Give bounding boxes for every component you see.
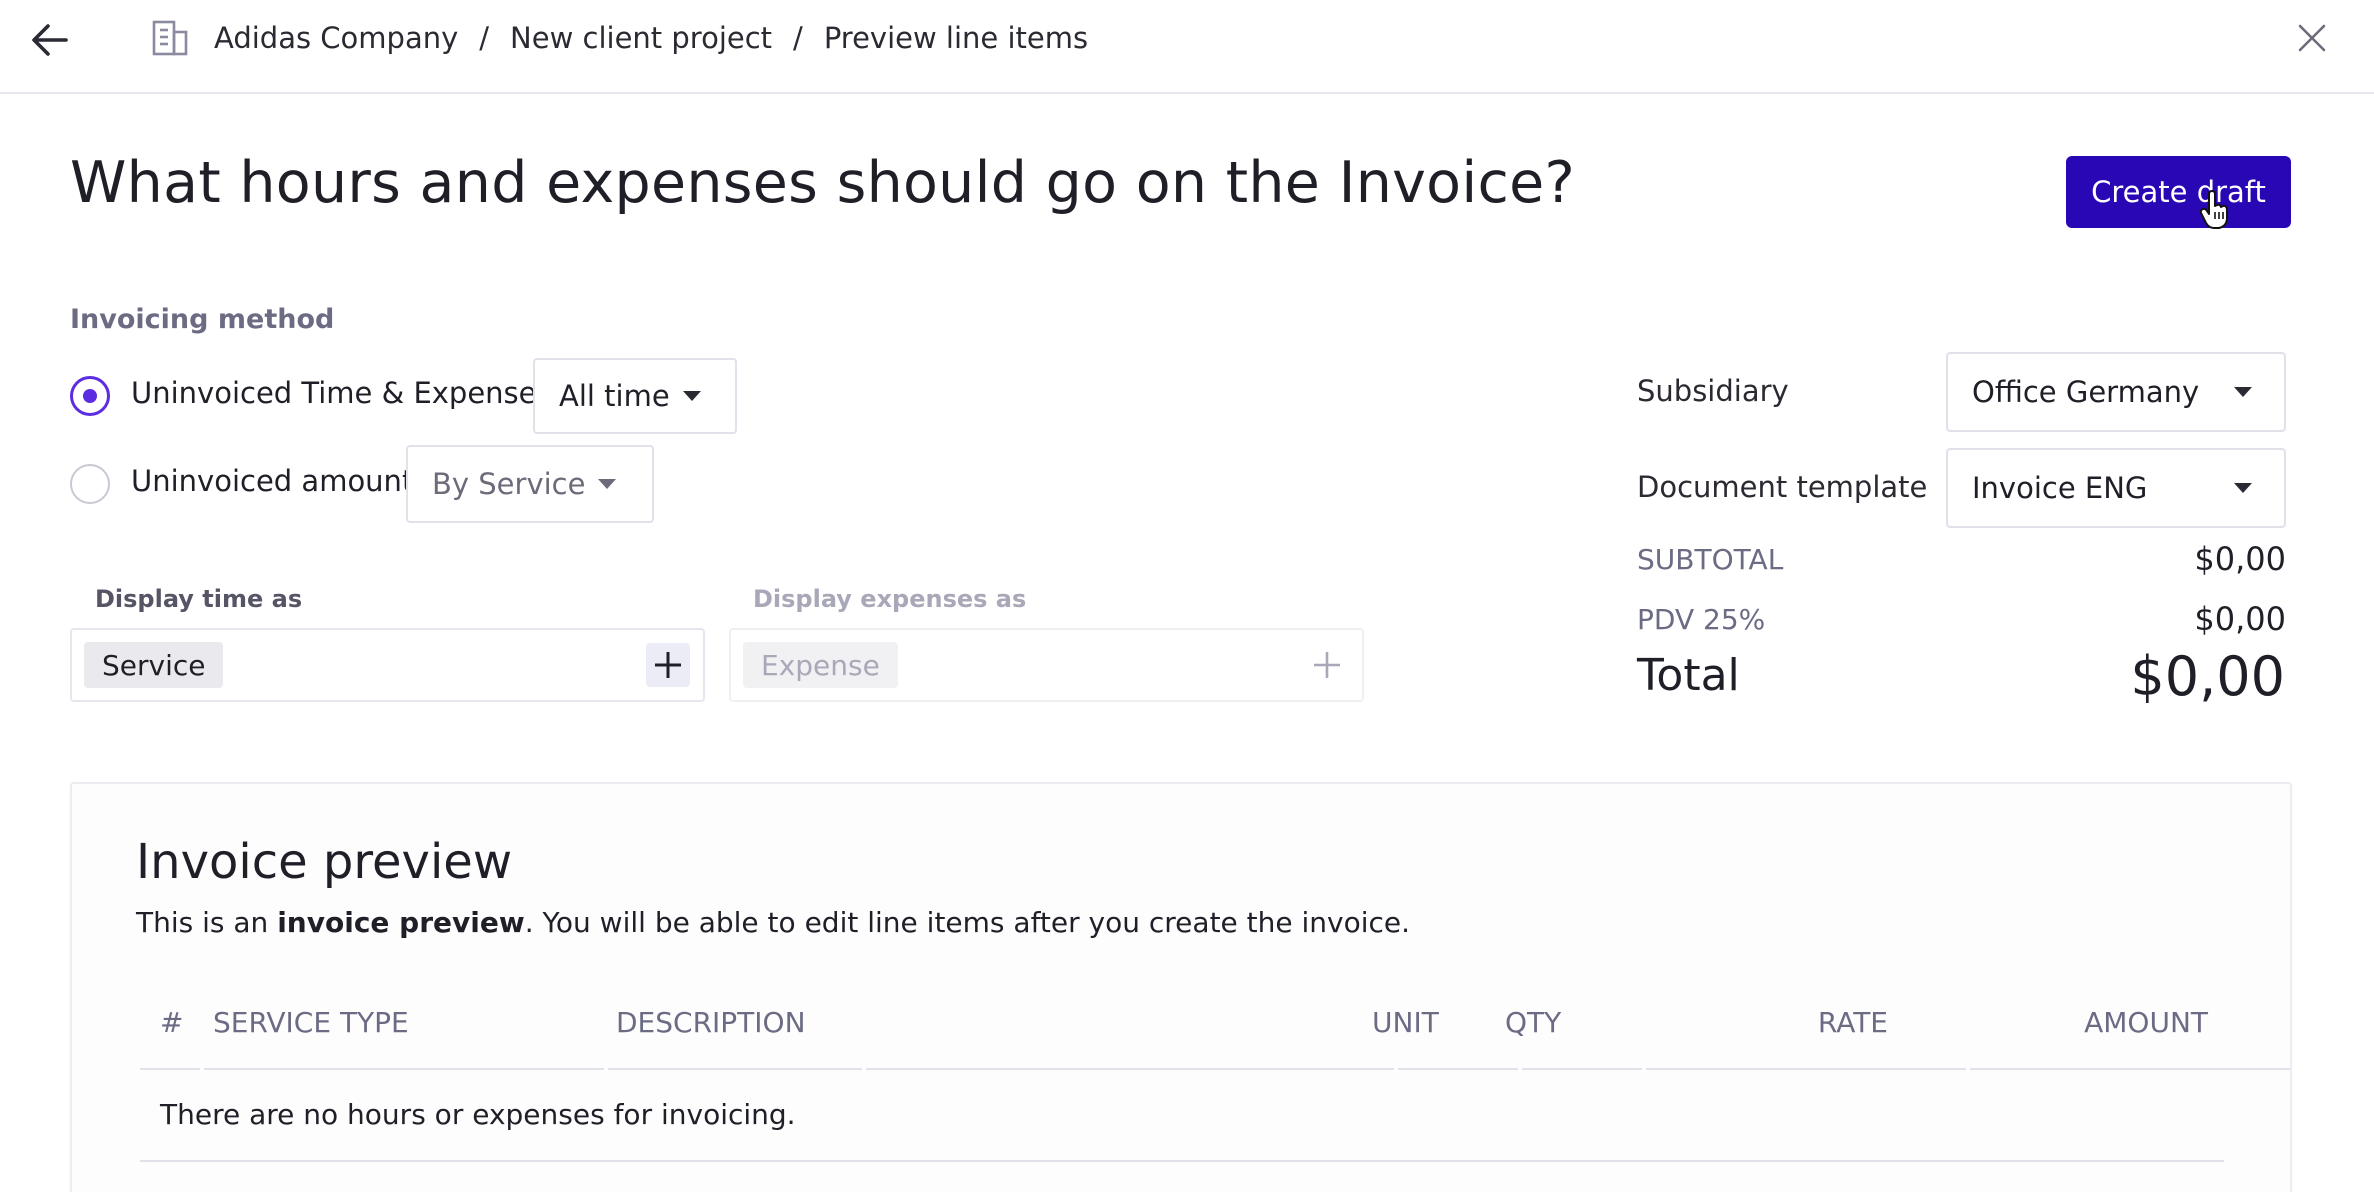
create-draft-button[interactable]: Create draft: [2066, 156, 2291, 228]
display-expenses-field: Expense: [729, 628, 1364, 702]
arrow-left-icon: [32, 24, 68, 56]
subsidiary-label: Subsidiary: [1637, 374, 1789, 408]
close-button[interactable]: [2290, 16, 2334, 60]
period-select[interactable]: All time: [533, 358, 737, 434]
header-divider: [866, 1068, 1394, 1070]
add-time-display-button[interactable]: [646, 643, 690, 687]
header-divider: [140, 1068, 200, 1070]
empty-table-message: There are no hours or expenses for invoi…: [160, 1098, 796, 1131]
preview-desc-suffix: . You will be able to edit line items af…: [524, 906, 1411, 939]
subtotal-label: SUBTOTAL: [1637, 543, 1784, 576]
invoice-preview-card: Invoice preview This is an invoice previ…: [70, 782, 2292, 1192]
subsidiary-select[interactable]: Office Germany: [1946, 352, 2286, 432]
breadcrumb-current: Preview line items: [823, 21, 1089, 55]
subtotal-value: $0,00: [2194, 540, 2286, 578]
column-header-rate: RATE: [1817, 1006, 1888, 1039]
column-header-amount: AMOUNT: [2084, 1006, 2208, 1039]
display-time-label: Display time as: [95, 585, 303, 613]
header-divider: [1970, 1068, 2290, 1070]
document-template-select-value: Invoice ENG: [1972, 471, 2148, 505]
total-label: Total: [1637, 650, 1740, 701]
breadcrumb: Adidas Company / New client project / Pr…: [214, 16, 1088, 60]
header-divider: [204, 1068, 604, 1070]
add-expense-display-button: [1305, 643, 1349, 687]
header-divider: [1646, 1068, 1966, 1070]
column-header-unit: UNIT: [1372, 1006, 1439, 1039]
plus-icon: [1314, 652, 1340, 678]
column-header-qty: QTY: [1505, 1006, 1562, 1039]
invoice-preview-title: Invoice preview: [136, 834, 513, 890]
display-expenses-label: Display expenses as: [753, 585, 1027, 613]
grouping-select[interactable]: By Service: [406, 445, 654, 523]
preview-desc-bold: invoice preview: [277, 906, 525, 939]
caret-down-icon: [598, 479, 616, 489]
top-bar: Adidas Company / New client project / Pr…: [0, 0, 2374, 94]
header-divider: [608, 1068, 862, 1070]
tax-value: $0,00: [2194, 600, 2286, 638]
caret-down-icon: [2234, 483, 2252, 493]
plus-icon: [655, 652, 681, 678]
breadcrumb-separator: /: [479, 21, 490, 55]
breadcrumb-company[interactable]: Adidas Company: [214, 21, 458, 55]
period-select-value: All time: [559, 379, 670, 413]
header-divider: [1522, 1068, 1642, 1070]
total-value: $0,00: [2130, 645, 2285, 708]
page-title: What hours and expenses should go on the…: [70, 150, 1576, 216]
caret-down-icon: [2234, 387, 2252, 397]
breadcrumb-project[interactable]: New client project: [510, 21, 772, 55]
document-template-label: Document template: [1637, 470, 1928, 504]
header-divider: [1398, 1068, 1518, 1070]
close-icon: [2298, 24, 2326, 52]
document-template-select[interactable]: Invoice ENG: [1946, 448, 2286, 528]
expense-tag: Expense: [743, 642, 898, 688]
tax-label: PDV 25%: [1637, 603, 1766, 636]
caret-down-icon: [683, 391, 701, 401]
radio-uninvoiced-amount-label[interactable]: Uninvoiced amount: [131, 464, 413, 498]
radio-uninvoiced-amount[interactable]: [70, 464, 110, 504]
column-header-service-type: SERVICE TYPE: [213, 1006, 409, 1039]
column-header-number: #: [160, 1006, 184, 1039]
breadcrumb-separator: /: [793, 21, 803, 55]
row-divider: [140, 1160, 2224, 1162]
column-header-description: DESCRIPTION: [616, 1006, 806, 1039]
radio-uninvoiced-time-expenses-label[interactable]: Uninvoiced Time & Expenses: [131, 376, 552, 410]
building-icon: [152, 20, 188, 56]
subsidiary-select-value: Office Germany: [1972, 375, 2200, 409]
invoice-preview-description: This is an invoice preview. You will be …: [136, 906, 1410, 939]
preview-desc-prefix: This is an: [136, 906, 278, 939]
radio-uninvoiced-time-expenses[interactable]: [70, 376, 110, 416]
hand-pointer-icon: [2200, 190, 2228, 229]
grouping-select-value: By Service: [432, 467, 586, 501]
display-time-field[interactable]: Service: [70, 628, 705, 702]
invoicing-method-label: Invoicing method: [70, 304, 335, 335]
service-tag: Service: [84, 642, 224, 688]
back-button[interactable]: [24, 14, 76, 66]
